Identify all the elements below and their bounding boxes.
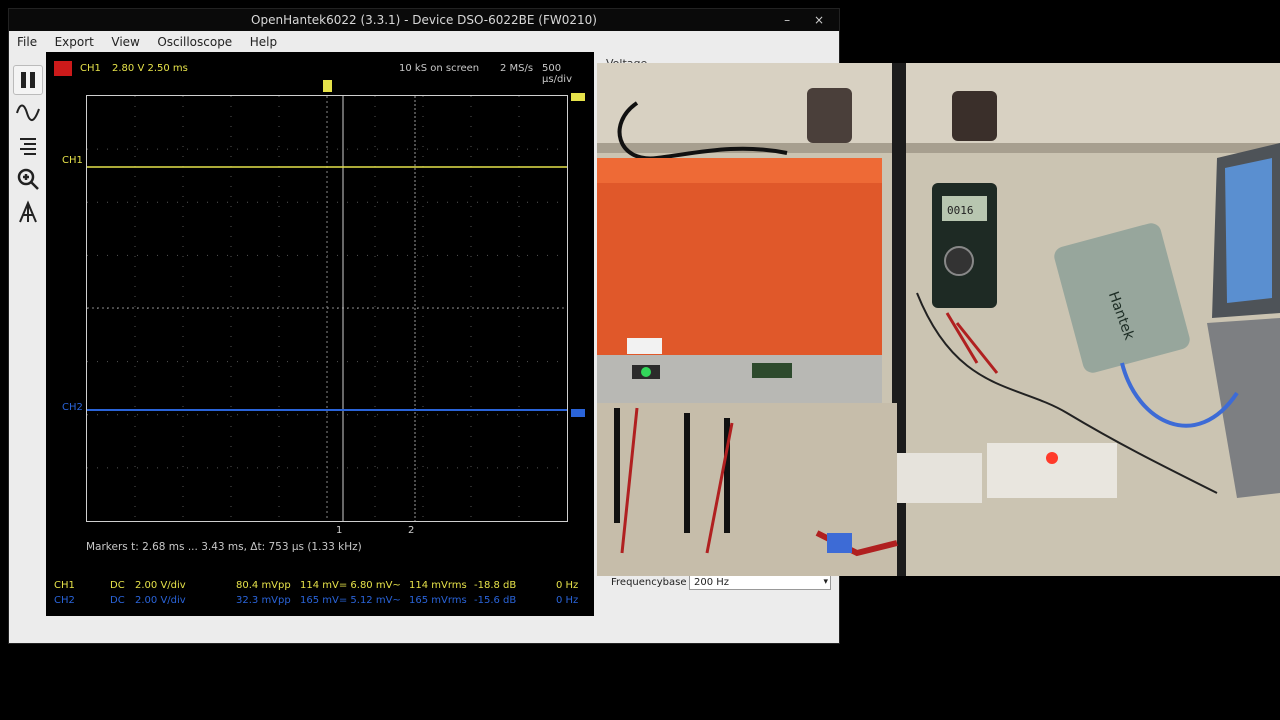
samples-on-screen: 10 kS on screen — [399, 63, 480, 74]
ch2-level-marker[interactable] — [571, 409, 585, 417]
frequencybase-select[interactable]: 200 Hz ▾ — [689, 575, 831, 590]
wall-socket — [807, 88, 852, 143]
markers-info: Markers t: 2.68 ms ... 3.43 ms, Δt: 753 … — [86, 541, 362, 553]
ch1-trace-label: CH1 — [62, 155, 83, 166]
meas-db: -18.8 dB — [474, 580, 517, 591]
meas-mean: 165 mV= 5.12 mV~ — [300, 595, 401, 606]
plot-grid — [87, 96, 567, 521]
meas-rms: 165 mVrms — [409, 595, 467, 606]
meas-vpp: 80.4 mVpp — [236, 580, 291, 591]
camera-feed: 0016 Hantek — [597, 63, 1280, 576]
meas-freq: 0 Hz — [556, 595, 579, 606]
scope-display[interactable]: CH1 2.80 V 2.50 ms 10 kS on screen 2 MS/… — [46, 52, 594, 616]
waveform-button[interactable] — [13, 98, 43, 128]
minimize-button[interactable]: – — [773, 9, 801, 31]
meas-db: -15.6 dB — [474, 595, 517, 606]
marker-1-label[interactable]: 1 — [336, 525, 342, 536]
scope-header: CH1 2.80 V 2.50 ms 10 kS on screen 2 MS/… — [54, 61, 586, 85]
trigger-channel-label: CH1 — [80, 63, 101, 74]
trigger-info: 2.80 V 2.50 ms — [112, 63, 188, 74]
menu-help[interactable]: Help — [243, 31, 284, 53]
waveform-icon — [16, 104, 40, 121]
ch2-trace-label: CH2 — [62, 402, 83, 413]
window-title: OpenHantek6022 (3.3.1) - Device DSO-6022… — [251, 13, 597, 27]
meas-vdiv: 2.00 V/div — [135, 580, 186, 591]
meas-mean: 114 mV= 6.80 mV~ — [300, 580, 401, 591]
menu-export[interactable]: Export — [48, 31, 101, 53]
plot-area[interactable] — [86, 95, 568, 522]
lab-bench-photo: 0016 Hantek — [597, 63, 1280, 576]
menu-file[interactable]: File — [9, 31, 44, 53]
breadboard — [897, 453, 982, 503]
left-toolbar — [11, 63, 45, 230]
meter-reading: 0016 — [947, 204, 974, 217]
cursor-icon — [19, 200, 37, 223]
levels-button[interactable] — [13, 131, 43, 161]
pause-icon — [21, 72, 35, 88]
meas-coupling: DC — [110, 595, 125, 606]
trigger-level-marker[interactable] — [571, 93, 585, 101]
marker-2-label[interactable]: 2 — [408, 525, 414, 536]
breadboard — [987, 443, 1117, 498]
meas-freq: 0 Hz — [556, 580, 579, 591]
title-bar: OpenHantek6022 (3.3.1) - Device DSO-6022… — [9, 9, 839, 31]
trigger-channel-indicator — [54, 61, 72, 76]
meas-vdiv: 2.00 V/div — [135, 595, 186, 606]
wall-socket — [952, 91, 997, 141]
chevron-down-icon: ▾ — [823, 577, 828, 587]
meas-channel: CH1 — [54, 580, 75, 591]
menu-view[interactable]: View — [104, 31, 146, 53]
sample-rate: 2 MS/s — [500, 63, 534, 74]
timebase: 500 µs/div — [542, 63, 572, 85]
meas-channel: CH2 — [54, 595, 75, 606]
meas-rms: 114 mVrms — [409, 580, 467, 591]
menu-oscilloscope[interactable]: Oscilloscope — [150, 31, 239, 53]
frequencybase-value: 200 Hz — [694, 577, 730, 588]
close-button[interactable]: × — [805, 9, 833, 31]
zoom-button[interactable] — [13, 164, 43, 194]
meas-vpp: 32.3 mVpp — [236, 595, 291, 606]
pause-button[interactable] — [13, 65, 43, 95]
frequencybase-label: Frequencybase — [611, 577, 687, 588]
meas-coupling: DC — [110, 580, 125, 591]
trigger-position-marker[interactable] — [323, 80, 332, 92]
zoom-icon — [17, 168, 39, 190]
menu-bar: File Export View Oscilloscope Help — [9, 31, 839, 53]
cursor-button[interactable] — [13, 197, 43, 227]
levels-icon — [20, 138, 36, 155]
